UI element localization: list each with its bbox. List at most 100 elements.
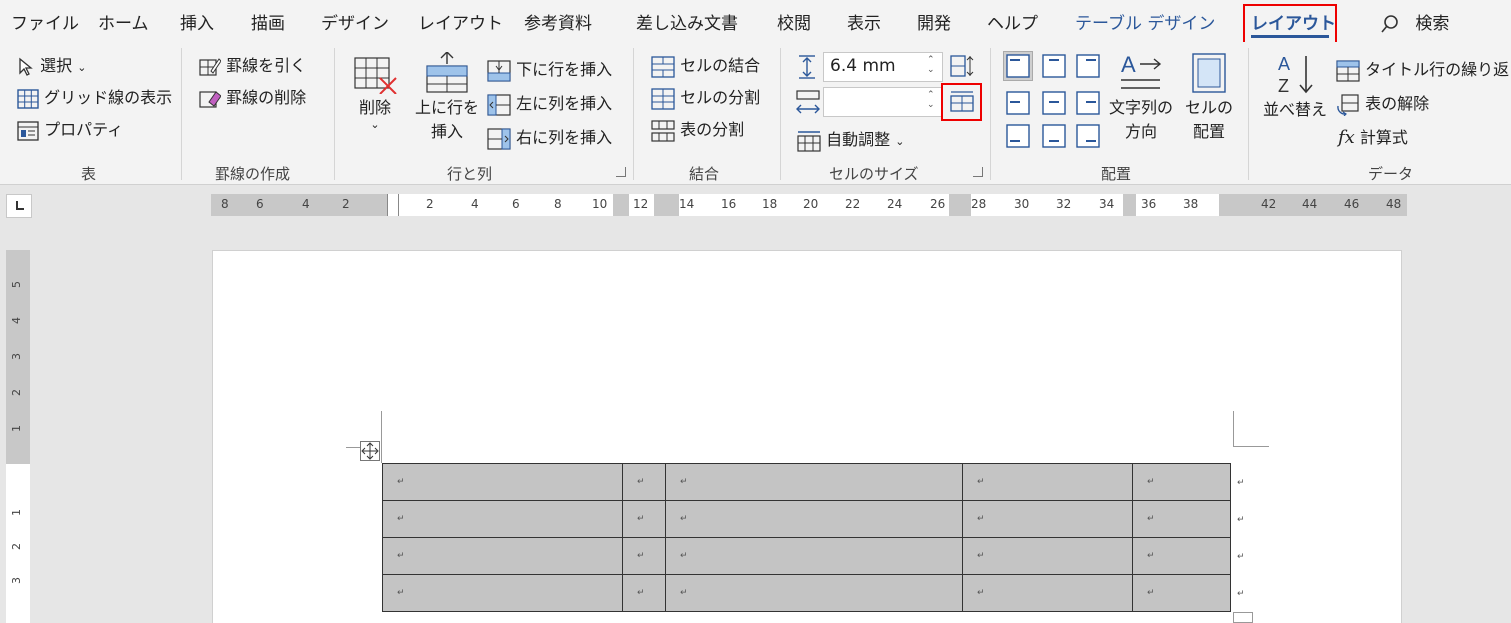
table-cell[interactable]: ↵: [1132, 537, 1231, 575]
table-cell[interactable]: ↵: [962, 574, 1133, 612]
group-label-table: 表: [81, 165, 97, 183]
ruler-number: 4: [302, 197, 310, 211]
insert-above-button[interactable]: 上に行を 挿入: [414, 52, 480, 142]
align-icon: [1076, 54, 1100, 78]
insert-column-right-icon: [487, 127, 511, 150]
text-direction-button[interactable]: A 文字列の 方向: [1106, 52, 1176, 142]
delete-button[interactable]: 削除 ⌄: [352, 52, 398, 131]
align-bot-right-button[interactable]: [1074, 122, 1102, 150]
dialog-launcher-icon[interactable]: [973, 167, 983, 177]
tab-layout[interactable]: レイアウト: [418, 9, 503, 34]
ruler-margin-band: [654, 194, 679, 216]
distribute-rows-icon[interactable]: [949, 54, 975, 78]
align-mid-center-button[interactable]: [1040, 89, 1068, 117]
paragraph-mark: ↵: [680, 588, 688, 598]
properties-button[interactable]: プロパティ: [17, 116, 123, 141]
tab-home[interactable]: ホーム: [98, 9, 149, 34]
row-height-spinner[interactable]: ⌃ ⌄: [927, 55, 935, 75]
ruler-number: 18: [762, 197, 778, 211]
ruler-number: 48: [1386, 197, 1402, 211]
split-cells-button[interactable]: セルの分割: [651, 84, 760, 110]
align-top-left-button[interactable]: [1003, 51, 1033, 81]
tab-references[interactable]: 参考資料: [524, 9, 592, 34]
table-cell[interactable]: ↵: [382, 574, 623, 612]
document-table[interactable]: ↵ ↵ ↵ ↵ ↵ ↵ ↵ ↵ ↵ ↵ ↵ ↵ ↵ ↵ ↵ ↵ ↵ ↵ ↵ ↵: [382, 463, 1231, 612]
group-label-rows-columns: 行と列: [447, 165, 493, 183]
dialog-launcher-icon[interactable]: [616, 167, 626, 177]
tab-view[interactable]: 表示: [847, 9, 881, 34]
tab-help[interactable]: ヘルプ: [987, 9, 1038, 34]
ruler-number: 12: [633, 197, 649, 211]
search-box[interactable]: 検索: [1380, 9, 1449, 34]
view-gridlines-button[interactable]: グリッド線の表示: [17, 84, 172, 109]
table-cell[interactable]: ↵: [622, 537, 666, 575]
insert-right-button[interactable]: 右に列を挿入: [487, 124, 612, 150]
insert-left-button[interactable]: 左に列を挿入: [487, 90, 612, 116]
end-of-row-mark: ↵: [1237, 589, 1245, 599]
eraser-button[interactable]: 罫線の削除: [199, 84, 306, 109]
merge-cells-button[interactable]: セルの結合: [651, 52, 760, 78]
repeat-header-rows-button[interactable]: タイトル行の繰り返し: [1336, 56, 1511, 82]
tab-insert[interactable]: 挿入: [180, 9, 214, 34]
group-label-borders: 罫線の作成: [215, 165, 291, 183]
align-bot-left-button[interactable]: [1004, 122, 1032, 150]
table-cell[interactable]: ↵: [665, 500, 963, 538]
tab-design[interactable]: デザイン: [321, 9, 389, 34]
align-mid-left-button[interactable]: [1004, 89, 1032, 117]
group-label-cell-size: セルのサイズ: [829, 165, 919, 183]
table-cell[interactable]: ↵: [622, 574, 666, 612]
table-cell[interactable]: ↵: [622, 463, 666, 501]
tab-mailings[interactable]: 差し込み文書: [636, 9, 738, 34]
formula-button[interactable]: fx 計算式: [1338, 124, 1408, 148]
table-cell[interactable]: ↵: [382, 537, 623, 575]
ruler-number: 1: [10, 425, 23, 432]
horizontal-ruler[interactable]: 8 6 4 2 2 4 6 8 10 12 14 16 18 20 22 24 26 28 30 32 34 36 38 42…: [211, 194, 1407, 216]
sort-button[interactable]: AZ 並べ替え: [1262, 52, 1328, 120]
tab-review[interactable]: 校閲: [777, 9, 811, 34]
select-button[interactable]: 選択 ⌄: [17, 52, 86, 77]
ruler-number: 20: [803, 197, 819, 211]
table-cell[interactable]: ↵: [1132, 463, 1231, 501]
table-cell[interactable]: ↵: [665, 463, 963, 501]
table-cell[interactable]: ↵: [1132, 574, 1231, 612]
tab-file[interactable]: ファイル: [11, 9, 79, 34]
table-cell[interactable]: ↵: [962, 500, 1133, 538]
align-icon: [1076, 91, 1100, 115]
tab-selector[interactable]: [6, 194, 32, 218]
table-cell[interactable]: ↵: [622, 500, 666, 538]
vertical-ruler[interactable]: 5 4 3 2 1 1 2 3: [6, 250, 30, 623]
table-cell[interactable]: ↵: [1132, 500, 1231, 538]
align-mid-right-button[interactable]: [1074, 89, 1102, 117]
table-cell[interactable]: ↵: [962, 537, 1133, 575]
insert-column-left-icon: [487, 93, 511, 116]
tab-draw[interactable]: 描画: [251, 9, 285, 34]
ruler-margin-band: [1123, 194, 1136, 216]
align-top-center-button[interactable]: [1040, 52, 1068, 80]
convert-to-text-button[interactable]: 表の解除: [1336, 90, 1429, 116]
distribute-columns-icon[interactable]: [949, 89, 975, 113]
insert-below-button[interactable]: 下に行を挿入: [487, 56, 612, 82]
tab-table-design[interactable]: テーブル デザイン: [1075, 9, 1215, 34]
paragraph-mark: ↵: [977, 551, 985, 561]
column-width-input[interactable]: [823, 87, 943, 117]
indent-marker[interactable]: [387, 194, 399, 216]
tab-developer[interactable]: 開発: [917, 9, 951, 34]
table-cell[interactable]: ↵: [665, 574, 963, 612]
cell-margins-button[interactable]: セルの 配置: [1185, 52, 1233, 142]
ruler-number: 2: [342, 197, 350, 211]
table-cell[interactable]: ↵: [665, 537, 963, 575]
draw-table-button[interactable]: 罫線を引く: [199, 52, 306, 77]
autofit-button[interactable]: 自動調整 ⌄: [797, 126, 904, 152]
table-move-handle[interactable]: [360, 441, 380, 461]
table-cell[interactable]: ↵: [382, 500, 623, 538]
split-table-button[interactable]: 表の分割: [651, 116, 744, 142]
align-bot-center-button[interactable]: [1040, 122, 1068, 150]
align-top-right-button[interactable]: [1074, 52, 1102, 80]
column-width-spinner[interactable]: ⌃ ⌄: [927, 90, 935, 110]
row-height-input[interactable]: 6.4 mm: [823, 52, 943, 82]
table-resize-handle[interactable]: [1233, 612, 1253, 623]
table-cell[interactable]: ↵: [962, 463, 1133, 501]
group-label-merge: 結合: [689, 165, 720, 183]
table-cell[interactable]: ↵: [382, 463, 623, 501]
paragraph-mark: ↵: [637, 588, 645, 598]
